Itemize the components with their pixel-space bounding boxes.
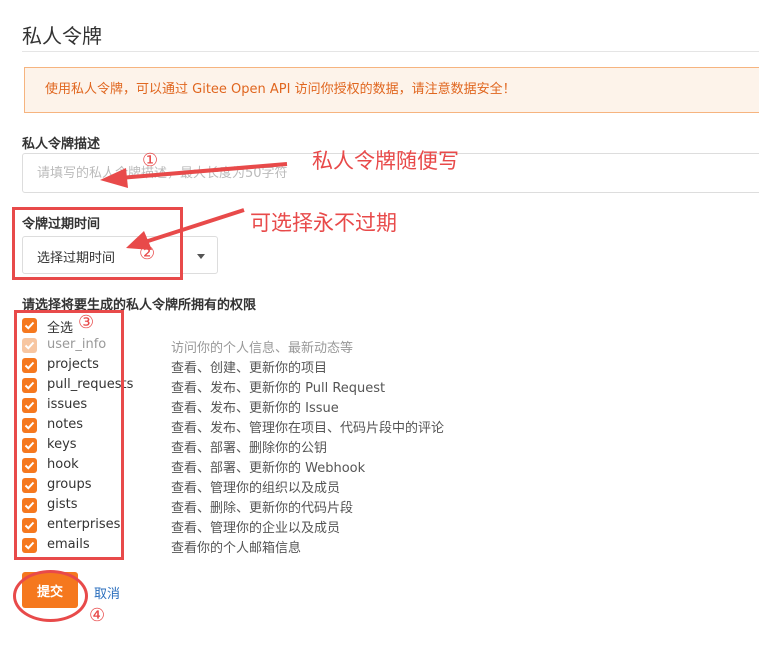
annotation-arrows xyxy=(100,162,288,250)
arrow-expiry-line xyxy=(144,208,245,244)
arrow-desc-line xyxy=(119,162,288,180)
arrow-desc-head-icon xyxy=(100,168,128,188)
